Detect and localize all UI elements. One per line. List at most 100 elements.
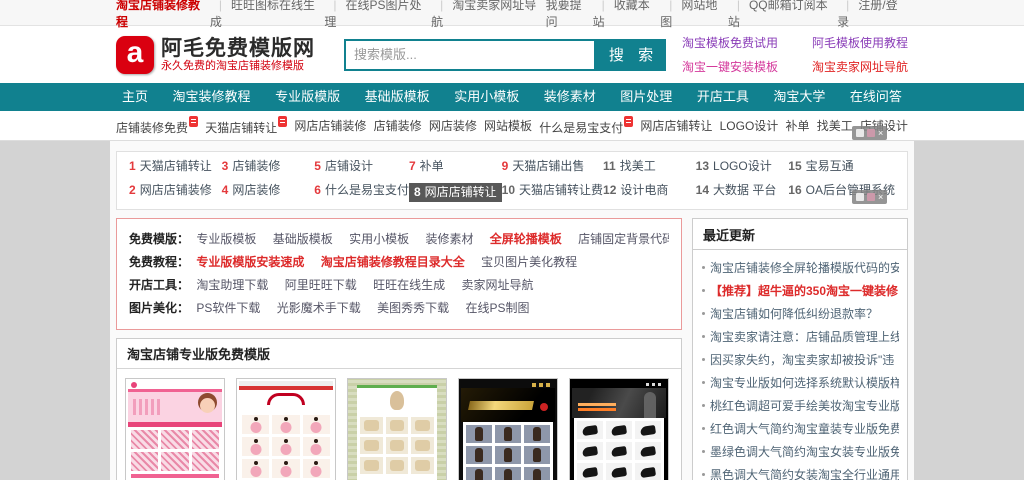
recent-link-featured[interactable]: 【推荐】超牛逼的350淘宝一键装修 bbox=[710, 284, 898, 298]
nav-pro-templates[interactable]: 专业版模版 bbox=[269, 83, 346, 111]
recent-link[interactable]: 红色调大气简约淘宝童装专业版免费 bbox=[710, 422, 899, 436]
subnav-store-decoration[interactable]: 网店装修 bbox=[429, 117, 477, 134]
rank-item-7[interactable]: 7补单 bbox=[409, 159, 502, 174]
subnav-find-designer[interactable]: 找美工 bbox=[817, 117, 853, 134]
search-input[interactable] bbox=[344, 39, 596, 71]
close-icon[interactable]: × bbox=[878, 193, 883, 202]
nav-online-qa[interactable]: 在线问答 bbox=[844, 83, 908, 111]
nav-shop-tools[interactable]: 开店工具 bbox=[691, 83, 755, 111]
share-icon[interactable] bbox=[856, 193, 864, 201]
recent-link[interactable]: 淘宝店铺装修全屏轮播模版代码的安 bbox=[710, 261, 899, 275]
site-logo[interactable]: a 阿毛免费模版网 永久免费的淘宝店铺装修模版 bbox=[116, 36, 344, 74]
recent-link[interactable]: 淘宝卖家请注意：店铺品质管理上线 bbox=[710, 330, 899, 344]
topbar-link-online-ps[interactable]: 在线PS图片处理 bbox=[324, 0, 431, 30]
qb-link[interactable]: 阿里旺旺下载 bbox=[285, 278, 357, 292]
product-cell bbox=[524, 467, 550, 480]
share-icon[interactable] bbox=[867, 193, 875, 201]
subnav-shop-decoration-2[interactable]: 网店店铺装修 bbox=[294, 117, 366, 134]
quick-link-seller-nav[interactable]: 淘宝卖家网址导航 bbox=[812, 58, 908, 75]
pro-templates-section: 淘宝店铺专业版免费模版 bbox=[116, 338, 682, 480]
qb-link[interactable]: 卖家网址导航 bbox=[461, 278, 533, 292]
rank-item-15[interactable]: 15宝易互通 bbox=[788, 159, 895, 174]
qb-link[interactable]: 淘宝助理下载 bbox=[196, 278, 268, 292]
qb-link[interactable]: 光影魔术手下载 bbox=[277, 301, 361, 315]
template-thumbnail-green-beige[interactable] bbox=[347, 378, 447, 480]
share-icon[interactable] bbox=[856, 129, 864, 137]
topbar-link-ask[interactable]: 我要提问 bbox=[546, 0, 593, 30]
thumb-footer bbox=[131, 474, 219, 478]
product-cell bbox=[524, 425, 550, 443]
subnav-site-templates[interactable]: 网站模板 bbox=[484, 117, 532, 134]
qb-link[interactable]: 在线PS制图 bbox=[465, 301, 529, 315]
qb-link[interactable]: 宝贝图片美化教程 bbox=[481, 255, 577, 269]
rank-item-9[interactable]: 9天猫店铺出售 bbox=[502, 159, 603, 174]
topbar-link-decoration-tutorial[interactable]: 淘宝店铺装修教程 bbox=[116, 0, 210, 30]
rank-item-5[interactable]: 5店铺设计 bbox=[314, 159, 409, 174]
topbar-link-wangwang-icon[interactable]: 旺旺图标在线生成 bbox=[210, 0, 325, 30]
topbar-link-sitemap[interactable]: 网站地图 bbox=[660, 0, 728, 30]
subnav-budan[interactable]: 补单 bbox=[786, 117, 810, 134]
qb-link[interactable]: 实用小模板 bbox=[349, 232, 409, 246]
rank-item-12[interactable]: 12设计电商 bbox=[603, 183, 696, 202]
quick-link-free-trial[interactable]: 淘宝模板免费试用 bbox=[682, 34, 778, 51]
nav-home[interactable]: 主页 bbox=[116, 83, 154, 111]
nav-decoration-material[interactable]: 装修素材 bbox=[538, 83, 602, 111]
subnav-shop-decoration[interactable]: 店铺装修 bbox=[374, 117, 422, 134]
recent-link[interactable]: 墨绿色调大气简约淘宝女装专业版免 bbox=[710, 445, 899, 459]
share-icon[interactable] bbox=[867, 129, 875, 137]
topbar-link-seller-nav[interactable]: 淘宝卖家网址导航 bbox=[431, 0, 546, 30]
quick-links-box: 免费模版： 专业版模板 基础版模板 实用小模板 装修素材 全屏轮播模板 店铺固定… bbox=[116, 218, 682, 330]
recent-link[interactable]: 淘宝专业版如何选择系统默认模版样 bbox=[710, 376, 899, 390]
rank-item-13[interactable]: 13LOGO设计 bbox=[696, 159, 789, 174]
subnav-logo-design[interactable]: LOGO设计 bbox=[720, 117, 779, 134]
rank-item-4[interactable]: 4网店装修 bbox=[222, 183, 315, 202]
rank-item-2[interactable]: 2网店店铺装修 bbox=[129, 183, 222, 202]
rank-item-10[interactable]: 10天猫店铺转让费 bbox=[502, 183, 603, 202]
qb-link[interactable]: 装修素材 bbox=[425, 232, 473, 246]
topbar-link-register-login[interactable]: 注册/登录 bbox=[837, 0, 908, 30]
recent-link[interactable]: 淘宝店铺如何降低纠纷退款率？ bbox=[710, 307, 878, 321]
qb-link[interactable]: 基础版模板 bbox=[273, 232, 333, 246]
template-thumbnail-black-mens-shoes[interactable] bbox=[569, 378, 669, 480]
rank-item-8-highlighted[interactable]: 8网店店铺转让 bbox=[409, 183, 502, 202]
quick-link-one-click-install[interactable]: 淘宝一键安装模板 bbox=[682, 58, 778, 75]
qb-link[interactable]: 美图秀秀下载 bbox=[377, 301, 449, 315]
recent-link[interactable]: 因买家失约，淘宝卖家却被投诉"违 bbox=[710, 353, 894, 367]
product-cell bbox=[495, 446, 521, 464]
qb-link[interactable]: 店铺固定背景代码 bbox=[578, 232, 669, 246]
qb-link-tutorial-index[interactable]: 淘宝店铺装修教程目录大全 bbox=[321, 255, 465, 269]
qb-link[interactable]: 旺旺在线生成 bbox=[373, 278, 445, 292]
product-cell bbox=[577, 463, 603, 480]
quickbox-row-shop-tools: 开店工具： 淘宝助理下载 阿里旺旺下载 旺旺在线生成 卖家网址导航 bbox=[129, 274, 669, 297]
qb-link-carousel[interactable]: 全屏轮播模板 bbox=[490, 232, 562, 246]
nav-taobao-university[interactable]: 淘宝大学 bbox=[767, 83, 831, 111]
template-thumbnail-pink-cosmetics[interactable] bbox=[125, 378, 225, 480]
nav-image-processing[interactable]: 图片处理 bbox=[614, 83, 678, 111]
nav-decoration-tutorial[interactable]: 淘宝装修教程 bbox=[167, 83, 257, 111]
template-thumbnail-black-gold-promo[interactable] bbox=[458, 378, 558, 480]
subnav-tmall-transfer[interactable]: 天猫店铺转让 bbox=[205, 116, 287, 136]
subnav-store-transfer[interactable]: 网店店铺转让 bbox=[640, 117, 712, 134]
recent-link[interactable]: 桃红色调超可爱手绘美妆淘宝专业版 bbox=[710, 399, 899, 413]
qb-link-install-guide[interactable]: 专业版模版安装速成 bbox=[196, 255, 304, 269]
search-button[interactable]: 搜 索 bbox=[596, 39, 666, 71]
topbar-link-qq-subscribe[interactable]: QQ邮箱订阅本站 bbox=[728, 0, 837, 30]
rank-item-1[interactable]: 1天猫店铺转让 bbox=[129, 159, 222, 174]
rank-item-6[interactable]: 6什么是易宝支付 bbox=[314, 183, 409, 202]
rank-item-11[interactable]: 11找美工 bbox=[603, 159, 696, 174]
subnav-yeepay[interactable]: 什么是易宝支付 bbox=[539, 116, 633, 136]
product-cell bbox=[466, 446, 492, 464]
nav-small-templates[interactable]: 实用小模板 bbox=[448, 83, 525, 111]
subnav-free-decoration[interactable]: 店铺装修免费 bbox=[116, 116, 198, 136]
rank-item-3[interactable]: 3店铺装修 bbox=[222, 159, 315, 174]
qb-link[interactable]: PS软件下载 bbox=[196, 301, 260, 315]
template-thumbnail-pink-dress[interactable] bbox=[236, 378, 336, 480]
topbar-link-favorite[interactable]: 收藏本站 bbox=[593, 0, 661, 30]
qb-link[interactable]: 专业版模板 bbox=[196, 232, 256, 246]
nav-basic-templates[interactable]: 基础版模板 bbox=[359, 83, 436, 111]
close-icon[interactable]: × bbox=[878, 129, 883, 138]
product-cell bbox=[411, 437, 434, 454]
quick-link-usage-tutorial[interactable]: 阿毛模板使用教程 bbox=[812, 34, 908, 51]
rank-item-14[interactable]: 14大数据 平台 bbox=[696, 183, 789, 202]
recent-link[interactable]: 黑色调大气简约女装淘宝全行业通用 bbox=[710, 468, 899, 480]
